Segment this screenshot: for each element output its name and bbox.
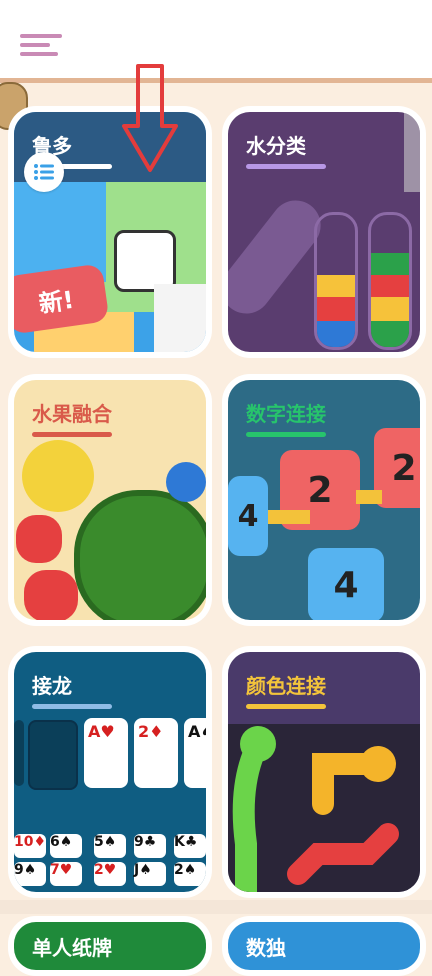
playing-card: 6♠	[50, 834, 82, 858]
card-fruit-merge[interactable]: 水果融合	[8, 374, 212, 626]
card-single-solitaire[interactable]: 单人纸牌	[8, 916, 212, 976]
single-solitaire-artwork: 单人纸牌	[14, 922, 206, 970]
playing-card: 5♠	[94, 834, 126, 858]
menu-icon[interactable]	[20, 34, 64, 58]
sudoku-artwork: 数独	[228, 922, 420, 970]
card-tableau: 10♦ 6♠ 5♠ 9♣ K♣ 9♠ 7♥ 2♥ J♠ 2♠	[14, 834, 206, 892]
number-connect-artwork: 数字连接 2 2 4 4	[228, 380, 420, 620]
playing-card: 2♥	[94, 862, 126, 886]
card-title: 颜色连接	[246, 674, 326, 698]
title-underline	[32, 704, 112, 709]
playing-card: 7♥	[50, 862, 82, 886]
card-title: 单人纸牌	[32, 936, 112, 960]
solitaire-artwork: 接龙 A♥ 2♦ A♠ 10♦ 6♠ 5♠ 9♣ K♣ 9♠ 7♥ 2♥ J♠ …	[14, 652, 206, 892]
card-title: 数字连接	[246, 402, 326, 426]
tube	[368, 212, 412, 350]
card-number-connect[interactable]: 数字连接 2 2 4 4	[222, 374, 426, 626]
title-underline	[246, 704, 326, 709]
water-sort-artwork: 水分类	[228, 112, 420, 352]
lemon-icon	[22, 440, 94, 512]
playing-card: 2♠	[174, 862, 206, 886]
playing-card: A♠	[184, 718, 206, 788]
playing-card: A♥	[84, 718, 128, 788]
header-divider	[0, 78, 432, 83]
dice-icon	[114, 230, 176, 292]
card-solitaire[interactable]: 接龙 A♥ 2♦ A♠ 10♦ 6♠ 5♠ 9♣ K♣ 9♠ 7♥ 2♥ J♠ …	[8, 646, 212, 898]
down-arrow-icon	[122, 64, 178, 172]
strawberry-icon	[24, 570, 78, 620]
card-title: 数独	[246, 936, 286, 960]
scrollbar[interactable]	[404, 112, 420, 192]
watermelon-icon	[74, 490, 206, 620]
card-title: 水果融合	[32, 402, 112, 426]
title-underline	[246, 432, 326, 437]
number-tile: 4	[228, 476, 268, 556]
card-color-connect[interactable]: 颜色连接	[222, 646, 426, 898]
fruit-merge-artwork: 水果融合	[14, 380, 206, 620]
title-underline	[246, 164, 326, 169]
playing-card: K♣	[174, 834, 206, 858]
playing-card: J♠	[134, 862, 166, 886]
playing-card: 10♦	[14, 834, 46, 858]
title-underline	[32, 432, 112, 437]
playing-card: 9♠	[14, 862, 46, 886]
path-lines	[232, 726, 399, 892]
color-connect-artwork: 颜色连接	[228, 652, 420, 892]
card-water-sort[interactable]: 水分类	[222, 106, 426, 358]
number-tile: 4	[308, 548, 384, 620]
connector	[356, 490, 382, 504]
connector	[268, 510, 310, 524]
tube	[314, 212, 358, 350]
card-title: 接龙	[32, 674, 72, 698]
card-sudoku[interactable]: 数独	[222, 916, 426, 976]
playing-card: 9♣	[134, 834, 166, 858]
top-bar	[0, 0, 432, 78]
playing-card: 2♦	[134, 718, 178, 788]
blueberry-icon	[166, 462, 206, 502]
section-divider	[0, 900, 432, 914]
list-icon[interactable]	[24, 152, 64, 192]
card-title: 水分类	[246, 134, 306, 158]
strawberry-icon	[16, 515, 62, 563]
card-ludo[interactable]: 鲁多 新!	[8, 106, 212, 358]
